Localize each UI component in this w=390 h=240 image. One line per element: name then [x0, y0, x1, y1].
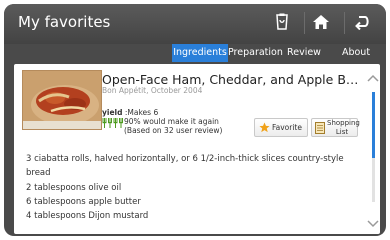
forks-rating-icon [102, 118, 123, 128]
shopping-list-icon [315, 122, 325, 134]
shopping-list-label: Shopping List [327, 119, 360, 136]
scroll-down-icon[interactable] [367, 219, 379, 229]
star-icon [259, 122, 270, 133]
recipe-yield: yield :Makes 6 [102, 108, 158, 117]
yield-value: :Makes 6 [124, 108, 159, 117]
ingredient-item: 3 ciabatta rolls, halved horizontally, o… [26, 154, 344, 164]
recipe-title: Open-Face Ham, Cheddar, and Apple Butter… [102, 72, 362, 87]
tab-about[interactable]: About [332, 44, 380, 62]
recipe-panel: Open-Face Ham, Cheddar, and Apple Butter… [14, 64, 380, 234]
shopping-label-line1: Shopping [327, 119, 360, 127]
back-icon[interactable] [352, 12, 372, 32]
rating-summary: 90% would make it again (Based on 32 use… [124, 117, 222, 135]
header-divider [344, 12, 345, 34]
ingredient-item: 2 tablespoons olive oil [26, 182, 122, 193]
shopping-list-button[interactable]: Shopping List [311, 118, 360, 137]
yield-label: yield [102, 108, 123, 117]
scroll-up-icon[interactable] [367, 73, 379, 83]
recipe-source: Bon Appétit, October 2004 [102, 86, 203, 95]
ingredient-list: 3 ciabatta rolls, halved horizontally, o… [26, 152, 366, 223]
favorite-button[interactable]: Favorite [254, 118, 308, 137]
home-icon[interactable] [311, 12, 331, 32]
tab-review[interactable]: Review [280, 44, 328, 62]
ingredient-item: bread [26, 168, 51, 179]
app-window: My favorites Ingredients Preparation Rev… [4, 4, 386, 236]
scrollbar[interactable] [372, 92, 375, 202]
tab-ingredients[interactable]: Ingredients [172, 44, 228, 62]
rating-count-text: (Based on 32 user review) [124, 126, 223, 135]
page-title: My favorites [18, 13, 111, 31]
header-divider [304, 12, 305, 34]
tab-bar: Ingredients Preparation Review About [4, 44, 386, 62]
rating-percent-text: 90% would make it again [124, 117, 219, 126]
shopping-label-line2: List [335, 127, 349, 136]
ingredient-item: 4 tablespoons Dijon mustard [26, 211, 149, 222]
app-header: My favorites [4, 4, 386, 44]
ingredient-item: 6 tablespoons apple butter [26, 196, 141, 207]
scrollbar-thumb[interactable] [372, 92, 375, 158]
recipe-photo [22, 70, 102, 130]
grocery-list-icon[interactable] [272, 12, 292, 32]
favorite-label: Favorite [272, 123, 302, 132]
tab-preparation[interactable]: Preparation [228, 44, 283, 62]
